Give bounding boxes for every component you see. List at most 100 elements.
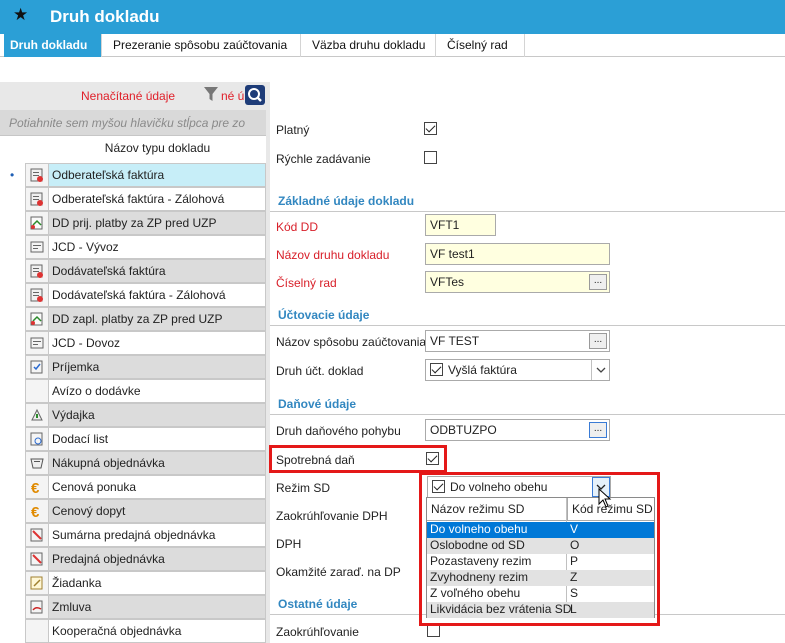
rychle-zadavanie-label: Rýchle zadávanie bbox=[276, 152, 371, 166]
group-by-hint: Potiahnite sem myšou hlavičku stĺpca pre… bbox=[9, 116, 246, 130]
list-item-label: Cenová ponuka bbox=[49, 475, 266, 499]
list-item[interactable]: • Odberateľská faktúra bbox=[0, 163, 266, 187]
tab-ciselny-rad[interactable]: Číselný rad bbox=[441, 34, 525, 57]
euro-icon: € bbox=[25, 475, 49, 499]
list-item[interactable]: Príjemka bbox=[0, 355, 266, 379]
euro-icon: € bbox=[25, 499, 49, 523]
nazov-druhu-input[interactable]: VF test1 bbox=[425, 243, 610, 265]
list-item[interactable]: DD zapl. platby za ZP pred UZP bbox=[0, 307, 266, 331]
column-header-document-type[interactable]: Názov typu dokladu bbox=[49, 141, 266, 155]
tab-vazba[interactable]: Väzba druhu dokladu bbox=[306, 34, 436, 57]
list-item-label: Predajná objednávka bbox=[49, 547, 266, 571]
dph-label: DPH bbox=[276, 537, 302, 551]
issue-icon bbox=[25, 403, 49, 427]
kod-dd-input[interactable]: VFT1 bbox=[425, 214, 496, 236]
rezim-sd-label: Režim SD bbox=[276, 481, 331, 495]
tab-druh-dokladu[interactable]: Druh dokladu bbox=[4, 34, 102, 57]
group-by-area[interactable]: Potiahnite sem myšou hlavičku stĺpca pre… bbox=[0, 110, 266, 136]
section-accounting: Účtovacie údaje bbox=[270, 308, 785, 326]
contract-icon bbox=[25, 595, 49, 619]
druh-danoveho-input[interactable]: ODBTUZPO ... bbox=[425, 419, 610, 441]
druh-uct-checkbox[interactable] bbox=[430, 363, 443, 376]
title-bar: ★ Druh dokladu bbox=[0, 0, 785, 34]
star-icon[interactable]: ★ bbox=[13, 5, 28, 25]
list-item[interactable]: € Cenová ponuka bbox=[0, 475, 266, 499]
list-item[interactable]: Avízo o dodávke bbox=[0, 379, 266, 403]
list-item[interactable]: Dodávateľská faktúra bbox=[0, 259, 266, 283]
list-item-label: Kooperačná objednávka bbox=[49, 619, 266, 643]
ciselny-rad-value: VFTes bbox=[430, 275, 465, 289]
section-tax: Daňové údaje bbox=[270, 397, 785, 415]
invoice-icon bbox=[25, 259, 49, 283]
filter-icon[interactable] bbox=[204, 86, 218, 102]
section-other-title: Ostatné údaje bbox=[278, 597, 358, 611]
list-item[interactable]: Predajná objednávka bbox=[0, 547, 266, 571]
druh-danoveho-label: Druh daňového pohybu bbox=[276, 424, 401, 438]
list-item-label: Cenový dopyt bbox=[49, 499, 266, 523]
ciselny-rad-browse-button[interactable]: ... bbox=[589, 274, 607, 290]
kod-dd-label: Kód DD bbox=[276, 220, 319, 234]
svg-text:€: € bbox=[31, 480, 40, 495]
list-item-label: Dodací list bbox=[49, 427, 266, 451]
section-tax-title: Daňové údaje bbox=[278, 397, 357, 411]
list-item-label: Odberateľská faktúra bbox=[49, 163, 266, 187]
list-item[interactable]: DD prij. platby za ZP pred UZP bbox=[0, 211, 266, 235]
list-item-label: Dodávateľská faktúra - Zálohová bbox=[49, 283, 266, 307]
ciselny-rad-label: Číselný rad bbox=[276, 276, 337, 290]
druh-uct-select[interactable]: Vyšlá faktúra bbox=[425, 359, 610, 381]
list-item[interactable]: Dodací list bbox=[0, 427, 266, 451]
list-item-label: Dodávateľská faktúra bbox=[49, 259, 266, 283]
mouse-cursor-icon bbox=[598, 488, 612, 508]
list-item[interactable]: Zmluva bbox=[0, 595, 266, 619]
list-item-label: Sumárna predajná objednávka bbox=[49, 523, 266, 547]
rychle-zadavanie-checkbox[interactable] bbox=[424, 151, 437, 164]
list-item-label: JCD - Vývoz bbox=[49, 235, 266, 259]
chevron-down-icon[interactable] bbox=[591, 360, 609, 380]
list-item-label: Príjemka bbox=[49, 355, 266, 379]
druh-uct-label: Druh účt. doklad bbox=[276, 364, 364, 378]
list-item-label: Zmluva bbox=[49, 595, 266, 619]
empty-icon-cell bbox=[25, 379, 49, 403]
ciselny-rad-input[interactable]: VFTes ... bbox=[425, 271, 610, 293]
panel-splitter[interactable] bbox=[266, 82, 270, 643]
nazov-sposobu-browse-button[interactable]: ... bbox=[589, 333, 607, 349]
nazov-sposobu-input[interactable]: VF TEST ... bbox=[425, 330, 610, 352]
list-item[interactable]: Žiadanka bbox=[0, 571, 266, 595]
druh-danoveho-browse-button[interactable]: ... bbox=[589, 422, 607, 438]
empty-icon-cell bbox=[25, 619, 49, 643]
sales-order-icon bbox=[25, 547, 49, 571]
highlight-rezim-sd bbox=[419, 472, 660, 626]
platny-checkbox[interactable] bbox=[424, 122, 437, 135]
list-item-label: DD zapl. platby za ZP pred UZP bbox=[49, 307, 266, 331]
sales-order-icon bbox=[25, 523, 49, 547]
list-item[interactable]: Odberateľská faktúra - Zálohová bbox=[0, 187, 266, 211]
window-title: Druh dokladu bbox=[50, 7, 160, 26]
druh-uct-value: Vyšlá faktúra bbox=[448, 363, 517, 377]
search-icon[interactable] bbox=[245, 85, 265, 105]
list-item-label: Nákupná objednávka bbox=[49, 451, 266, 475]
list-item[interactable]: Sumárna predajná objednávka bbox=[0, 523, 266, 547]
list-item-label: Avízo o dodávke bbox=[49, 379, 266, 403]
section-basic: Základné údaje dokladu bbox=[270, 194, 785, 212]
tab-bar: Druh dokladu Prezeranie spôsobu zaúčtova… bbox=[0, 34, 785, 57]
section-accounting-title: Účtovacie údaje bbox=[278, 308, 370, 322]
highlight-spotrebna bbox=[269, 445, 447, 473]
nazov-druhu-label: Názov druhu dokladu bbox=[276, 248, 390, 262]
filter-text-fragment: né ú bbox=[221, 89, 245, 103]
list-item[interactable]: Kooperačná objednávka bbox=[0, 619, 266, 643]
tab-prezeranie[interactable]: Prezeranie spôsobu zaúčtovania bbox=[107, 34, 301, 57]
list-item[interactable]: JCD - Dovoz bbox=[0, 331, 266, 355]
list-item-label: Odberateľská faktúra - Zálohová bbox=[49, 187, 266, 211]
list-item[interactable]: JCD - Vývoz bbox=[0, 235, 266, 259]
filter-bar: Nenačítané údaje né ú bbox=[0, 82, 266, 110]
not-loaded-label: Nenačítané údaje bbox=[81, 89, 176, 103]
platny-label: Platný bbox=[276, 123, 310, 137]
list-item[interactable]: € Cenový dopyt bbox=[0, 499, 266, 523]
purchase-order-icon bbox=[25, 451, 49, 475]
document-type-list-panel: Nenačítané údaje né ú Potiahnite sem myš… bbox=[0, 82, 266, 643]
list-item[interactable]: Nákupná objednávka bbox=[0, 451, 266, 475]
nazov-sposobu-label: Názov spôsobu zaúčtovania bbox=[276, 335, 427, 349]
list-item[interactable]: Dodávateľská faktúra - Zálohová bbox=[0, 283, 266, 307]
list-item[interactable]: Výdajka bbox=[0, 403, 266, 427]
zaokruhlovanie-label: Zaokrúhľovanie bbox=[276, 625, 359, 639]
